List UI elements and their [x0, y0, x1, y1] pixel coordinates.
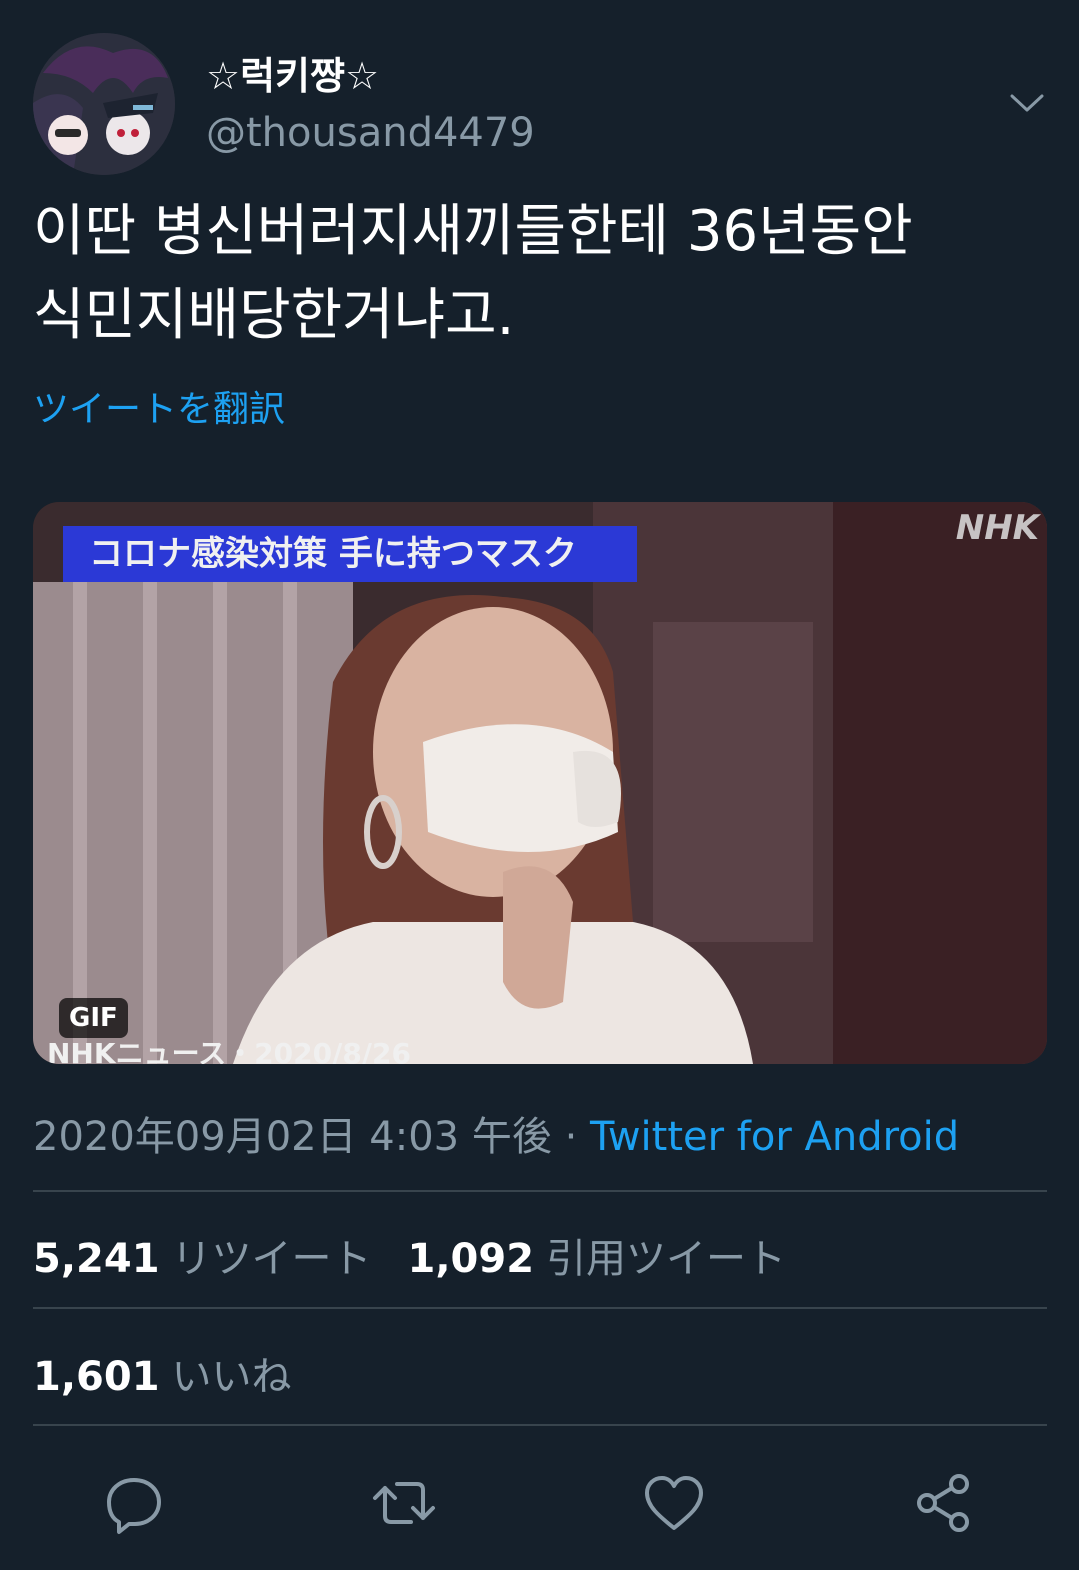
share-icon[interactable]	[909, 1468, 979, 1538]
tweet-source-link[interactable]: Twitter for Android	[590, 1114, 959, 1160]
tweet-text-line-2: 식민지배당한거냐고.	[33, 283, 515, 348]
tweet-timestamp[interactable]: 2020年09月02日 4:03 午後	[33, 1114, 552, 1160]
broadcaster-logo: NHK	[955, 508, 1039, 548]
media-gif[interactable]: コロナ感染対策 手に持つマスク NHK GIF NHKニュース・2020/8/2…	[33, 502, 1047, 1064]
chevron-down-icon[interactable]	[1008, 90, 1046, 116]
translate-tweet-link[interactable]: ツイートを翻訳	[33, 380, 285, 432]
likes-label: いいね	[171, 1354, 292, 1400]
tweet-meta: 2020年09月02日 4:03 午後 · Twitter for Androi…	[33, 1104, 959, 1162]
display-name[interactable]: ☆럭키쨩☆	[206, 45, 379, 100]
likes-count: 1,601	[33, 1354, 160, 1400]
quotes-count: 1,092	[407, 1236, 535, 1282]
retweet-stats-row: 5,241 リツイート 1,092 引用ツイート	[33, 1226, 786, 1284]
tweet-text: 이딴 병신버러지새끼들한테 36년동안식민지배당한거냐고.	[33, 190, 1043, 358]
user-handle[interactable]: @thousand4479	[206, 110, 535, 156]
retweets-label: リツイート	[171, 1236, 372, 1282]
avatar-image	[33, 33, 175, 175]
avatar[interactable]	[33, 33, 175, 175]
heart-icon[interactable]	[639, 1468, 709, 1538]
likes-link[interactable]: 1,601 いいね	[33, 1354, 292, 1400]
tweet-text-line-1: 이딴 병신버러지새끼들한테 36년동안	[33, 199, 913, 264]
divider	[33, 1424, 1047, 1426]
media-caption: コロナ感染対策 手に持つマスク	[63, 526, 637, 582]
media-credit: NHKニュース・2020/8/26	[47, 1037, 411, 1064]
quotes-link[interactable]: 1,092 引用ツイート	[408, 1236, 787, 1282]
retweets-count: 5,241	[33, 1236, 160, 1282]
tweet-action-bar	[0, 1468, 1079, 1538]
retweets-link[interactable]: 5,241 リツイート	[33, 1236, 372, 1282]
media-frame	[33, 502, 1047, 1064]
reply-icon[interactable]	[99, 1468, 169, 1538]
divider	[33, 1307, 1047, 1309]
retweet-icon[interactable]	[369, 1468, 439, 1538]
quotes-label: 引用ツイート	[546, 1236, 787, 1282]
divider	[33, 1190, 1047, 1192]
likes-stats-row: 1,601 いいね	[33, 1344, 292, 1402]
meta-separator: ·	[551, 1114, 591, 1160]
